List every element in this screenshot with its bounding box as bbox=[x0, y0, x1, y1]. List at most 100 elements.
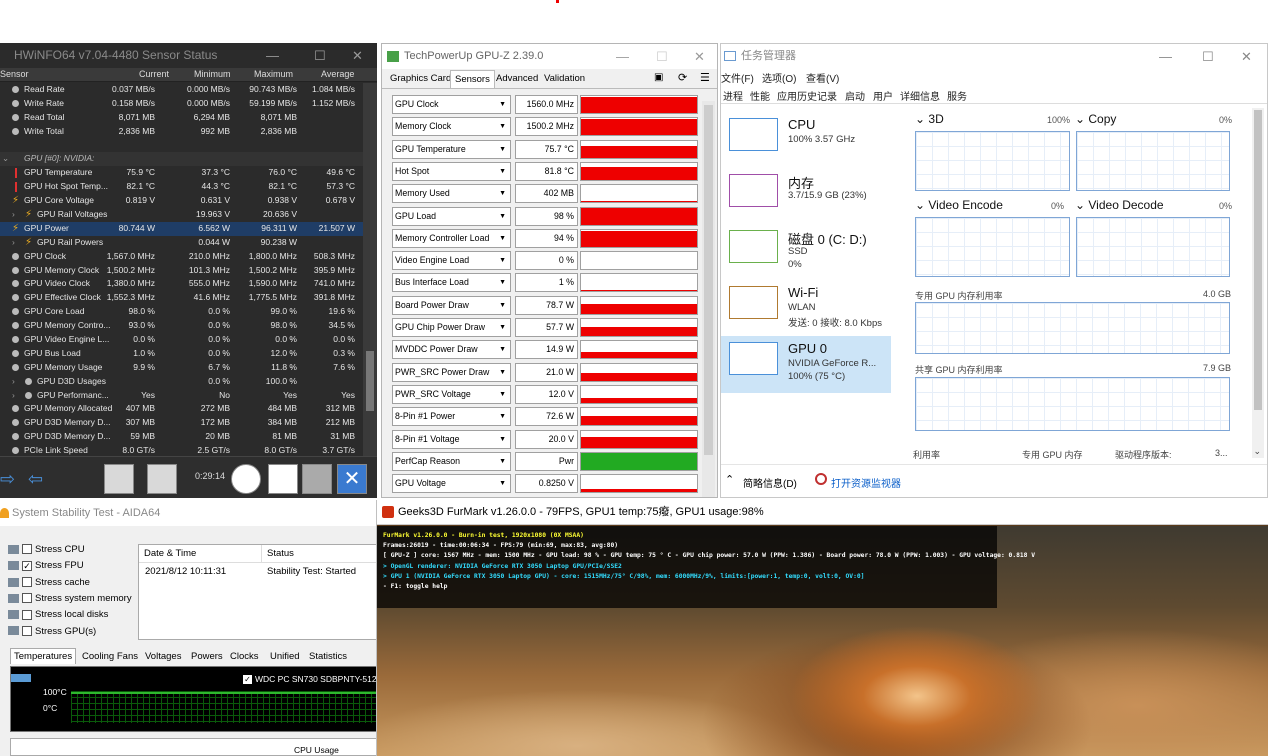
sensor-row[interactable]: GPU Video Engine L... 0.0 % 0.0 % 0.0 % 0.0 … bbox=[0, 333, 363, 347]
tab-statistics[interactable]: Statistics bbox=[309, 651, 347, 662]
sensor-row[interactable]: Read Rate 0.037 MB/s 0.000 MB/s 90.743 MB/s… bbox=[0, 83, 363, 97]
sensor-row[interactable]: ⚡ GPU Core Voltage 0.819 V 0.631 V 0.938 V 0.… bbox=[0, 194, 363, 208]
chevron-right-icon[interactable]: › bbox=[12, 375, 15, 389]
chevron-right-icon[interactable]: › bbox=[12, 236, 15, 250]
sensor-select[interactable]: PerfCap Reason ▼ bbox=[392, 451, 511, 471]
col-sensor[interactable]: Sensor bbox=[0, 69, 29, 79]
col-minimum[interactable]: Minimum bbox=[194, 69, 231, 79]
sensor-row[interactable]: GPU Temperature 75.9 °C 37.3 °C 76.0 °C 49.6… bbox=[0, 166, 363, 180]
close-icon[interactable]: ✕ bbox=[1241, 44, 1252, 69]
network-icon[interactable] bbox=[147, 464, 177, 494]
sensor-select[interactable]: Memory Controller Load ▼ bbox=[392, 228, 511, 248]
sensor-row[interactable]: ⌄ GPU [#0]: NVIDIA: bbox=[0, 152, 363, 167]
chevron-right-icon[interactable]: › bbox=[12, 208, 15, 222]
sensor-select[interactable]: Board Power Draw ▼ bbox=[392, 295, 511, 315]
dropdown-arrow-icon[interactable]: ▼ bbox=[499, 252, 506, 269]
hwinfo-title-bar[interactable]: HWiNFO64 v7.04-4480 Sensor Status — ☐ ✕ bbox=[0, 43, 377, 68]
dropdown-arrow-icon[interactable]: ▼ bbox=[499, 297, 506, 314]
camera-icon[interactable]: ▣ bbox=[654, 72, 663, 83]
perf-item[interactable]: 磁盘 0 (C: D:) SSD 0% bbox=[721, 224, 891, 281]
dropdown-arrow-icon[interactable]: ▼ bbox=[499, 96, 506, 113]
event-log[interactable]: Date & Time Status 2021/8/12 10:11:31 St… bbox=[138, 544, 376, 640]
legend-item[interactable]: ✓ WDC PC SN730 SDBPNTY-512G bbox=[243, 674, 376, 685]
dropdown-arrow-icon[interactable]: ▼ bbox=[499, 230, 506, 247]
col-average[interactable]: Average bbox=[321, 69, 354, 79]
tab-clocks[interactable]: Clocks bbox=[230, 651, 259, 662]
tab-advanced[interactable]: Advanced bbox=[496, 73, 538, 84]
sensor-row[interactable]: GPU Memory Usage 9.9 % 6.7 % 11.8 % 7.6 % bbox=[0, 361, 363, 375]
sensor-row[interactable]: GPU Core Load 98.0 % 0.0 % 99.0 % 19.6 % bbox=[0, 305, 363, 319]
gpuz-title-bar[interactable]: TechPowerUp GPU-Z 2.39.0 — ☐ ✕ bbox=[382, 44, 717, 69]
report-icon[interactable] bbox=[268, 464, 298, 494]
close-x-icon[interactable]: ✕ bbox=[337, 464, 367, 494]
dropdown-arrow-icon[interactable]: ▼ bbox=[499, 274, 506, 291]
menu-icon[interactable]: ☰ bbox=[700, 71, 710, 84]
scroll-down-icon[interactable]: ⌄ bbox=[1253, 446, 1261, 457]
stress-option[interactable]: Stress local disks bbox=[8, 609, 108, 620]
arrows-right-icon[interactable]: ⇨ bbox=[0, 469, 15, 490]
menu-view[interactable]: 查看(V) bbox=[806, 70, 839, 85]
tab-performance[interactable]: 性能 bbox=[750, 88, 770, 103]
checkbox[interactable] bbox=[22, 609, 32, 620]
sensor-select[interactable]: MVDDC Power Draw ▼ bbox=[392, 340, 511, 360]
sensor-select[interactable]: PWR_SRC Voltage ▼ bbox=[392, 384, 511, 404]
sensor-select[interactable]: PWR_SRC Power Draw ▼ bbox=[392, 362, 511, 382]
minimize-icon[interactable]: — bbox=[616, 44, 629, 69]
sensor-row[interactable]: GPU Effective Clock 1,552.3 MHz 41.6 MHz 1,… bbox=[0, 291, 363, 305]
dropdown-arrow-icon[interactable]: ▼ bbox=[499, 185, 506, 202]
maximize-icon[interactable]: ☐ bbox=[656, 44, 668, 69]
sensor-row[interactable]: › GPU D3D Usages 0.0 % 100.0 % bbox=[0, 375, 363, 389]
taskmgr-scrollbar[interactable] bbox=[1252, 108, 1264, 458]
maximize-icon[interactable]: ☐ bbox=[314, 43, 326, 68]
taskmgr-title-bar[interactable]: 任务管理器 — ☐ ✕ bbox=[721, 44, 1267, 69]
sensor-row[interactable]: › ⚡ GPU Rail Powers 0.044 W 90.238 W bbox=[0, 236, 363, 250]
minimize-icon[interactable]: — bbox=[1159, 44, 1172, 69]
stress-option[interactable]: ✓ Stress FPU bbox=[8, 560, 84, 571]
furmark-title-bar[interactable]: Geeks3D FurMark v1.26.0.0 - 79FPS, GPU1 … bbox=[377, 500, 1268, 525]
dropdown-arrow-icon[interactable]: ▼ bbox=[499, 431, 506, 448]
tab-validation[interactable]: Validation bbox=[544, 73, 585, 84]
graph-video-decode-label[interactable]: ⌄ Video Decode bbox=[1075, 198, 1164, 212]
perf-item[interactable]: Wi-Fi WLAN 发送: 0 接收: 8.0 Kbps bbox=[721, 280, 891, 337]
tab-details[interactable]: 详细信息 bbox=[900, 88, 940, 103]
check-icon[interactable]: ✓ bbox=[243, 675, 252, 685]
dropdown-arrow-icon[interactable]: ▼ bbox=[499, 386, 506, 403]
dropdown-arrow-icon[interactable]: ▼ bbox=[499, 163, 506, 180]
sensor-row[interactable]: Write Rate 0.158 MB/s 0.000 MB/s 59.199 MB/… bbox=[0, 97, 363, 111]
scroll-thumb[interactable] bbox=[366, 351, 374, 411]
sensor-row[interactable]: Read Total 8,071 MB 6,294 MB 8,071 MB bbox=[0, 111, 363, 125]
menu-file[interactable]: 文件(F) bbox=[721, 70, 754, 85]
log-col-datetime[interactable]: Date & Time bbox=[139, 545, 261, 563]
clock-icon[interactable] bbox=[231, 464, 261, 494]
graph-copy-label[interactable]: ⌄ Copy bbox=[1075, 112, 1116, 126]
summary-button[interactable]: 简略信息(D) bbox=[743, 475, 797, 490]
tab-sensors[interactable]: Sensors bbox=[450, 70, 495, 88]
checkbox[interactable]: ✓ bbox=[22, 560, 32, 571]
col-maximum[interactable]: Maximum bbox=[254, 69, 293, 79]
stress-option[interactable]: Stress cache bbox=[8, 577, 90, 588]
chevron-right-icon[interactable]: › bbox=[12, 389, 15, 403]
minimize-icon[interactable]: — bbox=[266, 43, 279, 68]
sensor-select[interactable]: Hot Spot ▼ bbox=[392, 161, 511, 181]
chevron-up-icon[interactable]: ⌃ bbox=[725, 473, 734, 486]
checkbox[interactable] bbox=[22, 593, 32, 604]
aida-title-bar[interactable]: System Stability Test - AIDA64 bbox=[0, 500, 376, 526]
tab-users[interactable]: 用户 bbox=[873, 88, 893, 103]
sensor-row[interactable]: Write Total 2,836 MB 992 MB 2,836 MB bbox=[0, 125, 363, 139]
graph-video-encode-label[interactable]: ⌄ Video Encode bbox=[915, 198, 1003, 212]
hwinfo-scrollbar[interactable] bbox=[363, 83, 377, 456]
sensor-row[interactable] bbox=[0, 139, 363, 153]
sensor-select[interactable]: GPU Load ▼ bbox=[392, 206, 511, 226]
sensor-select[interactable]: Bus Interface Load ▼ bbox=[392, 273, 511, 293]
dropdown-arrow-icon[interactable]: ▼ bbox=[499, 118, 506, 135]
sensor-row[interactable]: GPU D3D Memory D... 307 MB 172 MB 384 MB 212… bbox=[0, 416, 363, 430]
tab-voltages[interactable]: Voltages bbox=[145, 651, 181, 662]
sensor-select[interactable]: Video Engine Load ▼ bbox=[392, 251, 511, 271]
sensor-select[interactable]: GPU Voltage ▼ bbox=[392, 474, 511, 494]
sensor-select[interactable]: 8-Pin #1 Power ▼ bbox=[392, 407, 511, 427]
sensor-row[interactable]: ⚡ GPU Power 80.744 W 6.562 W 96.311 W 21.507 … bbox=[0, 221, 363, 236]
sensor-select[interactable]: 8-Pin #1 Voltage ▼ bbox=[392, 429, 511, 449]
sensor-row[interactable]: GPU Bus Load 1.0 % 0.0 % 12.0 % 0.3 % bbox=[0, 347, 363, 361]
sensor-row[interactable]: GPU D3D Memory D... 59 MB 20 MB 81 MB 31 MB bbox=[0, 430, 363, 444]
computer-icon[interactable] bbox=[104, 464, 134, 494]
